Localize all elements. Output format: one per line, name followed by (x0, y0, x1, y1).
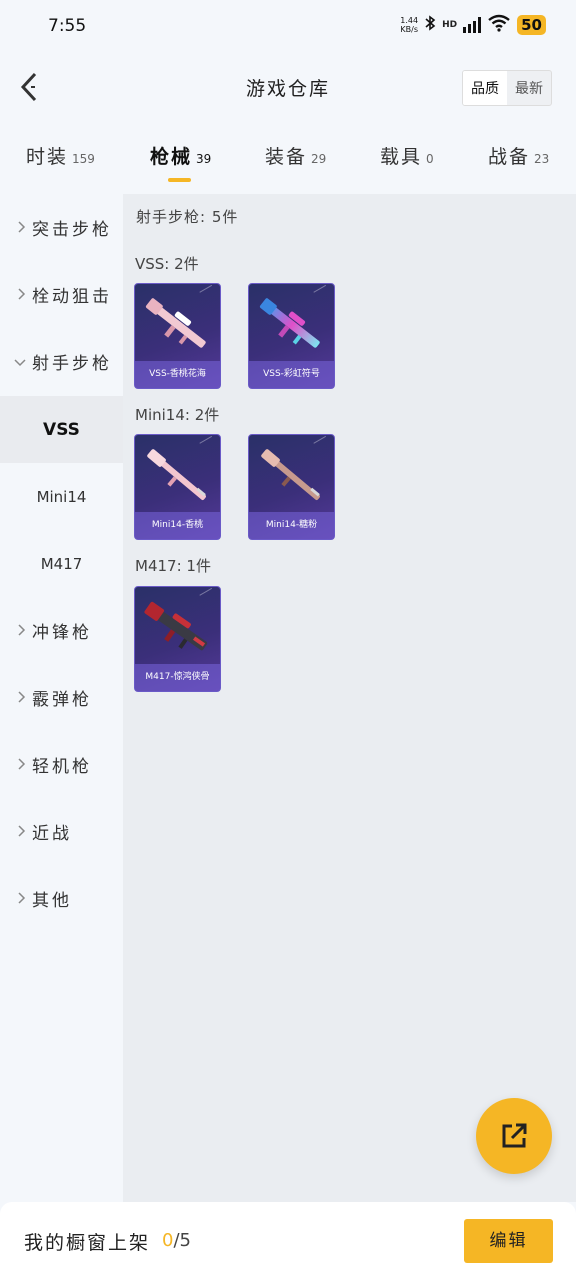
item-name: Mini14-糖粉 (249, 512, 334, 539)
item-name: Mini14-香桃 (135, 512, 220, 539)
item-card[interactable]: VSS-香桃花海 (134, 283, 221, 389)
sidebar-item-m417[interactable]: M417 (0, 530, 123, 597)
sidebar-item-shotguns[interactable]: 霰弹枪 (0, 664, 123, 731)
bluetooth-icon (424, 15, 436, 35)
chevron-right-icon (6, 285, 26, 304)
tab-fashion[interactable]: 时装 159 (26, 142, 95, 169)
sidebar-item-melee[interactable]: 近战 (0, 798, 123, 865)
wifi-icon (487, 14, 511, 36)
sort-toggle: 品质 最新 (462, 70, 552, 106)
sidebar-item-other[interactable]: 其他 (0, 865, 123, 932)
item-name: VSS-彩虹符号 (249, 361, 334, 388)
showcase-label: 我的橱窗上架 (24, 1232, 151, 1254)
group-title-vss: VSS: 2件 (135, 255, 199, 273)
item-card[interactable]: Mini14-香桃 (134, 434, 221, 540)
group-title-mini14: Mini14: 2件 (135, 406, 220, 424)
chevron-right-icon (6, 218, 26, 237)
chevron-down-icon (6, 352, 26, 371)
cell-signal-icon (463, 17, 482, 33)
edit-button[interactable]: 编辑 (464, 1219, 553, 1263)
chevron-right-icon (6, 822, 26, 841)
item-card[interactable]: VSS-彩虹符号 (248, 283, 335, 389)
battery-indicator: 50 (517, 15, 546, 35)
sidebar-item-mini14[interactable]: Mini14 (0, 463, 123, 530)
tab-vehicles[interactable]: 载具 0 (380, 142, 434, 169)
category-tabs: 时装 159 枪械 39 装备 29 载具 0 战备 23 (0, 130, 576, 186)
bottom-bar: 我的橱窗上架 0/5 编辑 (0, 1202, 576, 1280)
sidebar-item-smg[interactable]: 冲锋枪 (0, 597, 123, 664)
item-name: VSS-香桃花海 (135, 361, 220, 388)
rifle-image (259, 298, 320, 348)
sort-by-newest[interactable]: 最新 (507, 71, 551, 105)
chevron-right-icon (6, 688, 26, 707)
sidebar-item-lmg[interactable]: 轻机枪 (0, 731, 123, 798)
chevron-right-icon (6, 889, 26, 908)
chevron-right-icon (6, 755, 26, 774)
share-button[interactable] (476, 1098, 552, 1174)
rifle-image (147, 449, 206, 500)
group-title-m417: M417: 1件 (135, 557, 211, 575)
header: 游戏仓库 品质 最新 (0, 60, 576, 116)
external-link-icon (502, 1123, 527, 1148)
network-speed: 1.44 KB/s (400, 16, 419, 34)
item-card[interactable]: Mini14-糖粉 (248, 434, 335, 540)
sort-by-quality[interactable]: 品质 (463, 71, 507, 105)
chevron-right-icon (6, 621, 26, 640)
sidebar-item-bolt-snipers[interactable]: 栓动狙击 (0, 261, 123, 328)
item-list: 射手步枪: 5件 VSS: 2件 VSS-香桃花海 VSS-彩虹符号 Mini1… (123, 194, 576, 1202)
rifle-image (145, 298, 206, 348)
sidebar-item-assault-rifles[interactable]: 突击步枪 (0, 194, 123, 261)
sidebar: 突击步枪 栓动狙击 射手步枪 VSS Mini14 M417 冲锋枪 霰弹枪 轻… (0, 194, 123, 1202)
status-time: 7:55 (48, 16, 87, 36)
sidebar-item-marksman-rifles[interactable]: 射手步枪 (0, 328, 123, 395)
status-bar: 7:55 1.44 KB/s HD 50 (0, 0, 576, 52)
status-icons: 1.44 KB/s HD 50 (400, 14, 546, 36)
item-name: M417-惊鸿侠骨 (135, 664, 220, 691)
showcase-count: 0/5 (162, 1230, 191, 1251)
hd-label: HD (442, 20, 458, 30)
rifle-image (144, 601, 208, 651)
item-card[interactable]: M417-惊鸿侠骨 (134, 586, 221, 692)
tab-firearms[interactable]: 枪械 39 (150, 142, 211, 169)
category-summary: 射手步枪: 5件 (136, 208, 239, 226)
active-tab-indicator (168, 178, 191, 182)
tab-supplies[interactable]: 战备 23 (488, 142, 549, 169)
rifle-image (261, 449, 320, 500)
tab-equipment[interactable]: 装备 29 (265, 142, 326, 169)
sidebar-item-vss[interactable]: VSS (0, 396, 123, 463)
